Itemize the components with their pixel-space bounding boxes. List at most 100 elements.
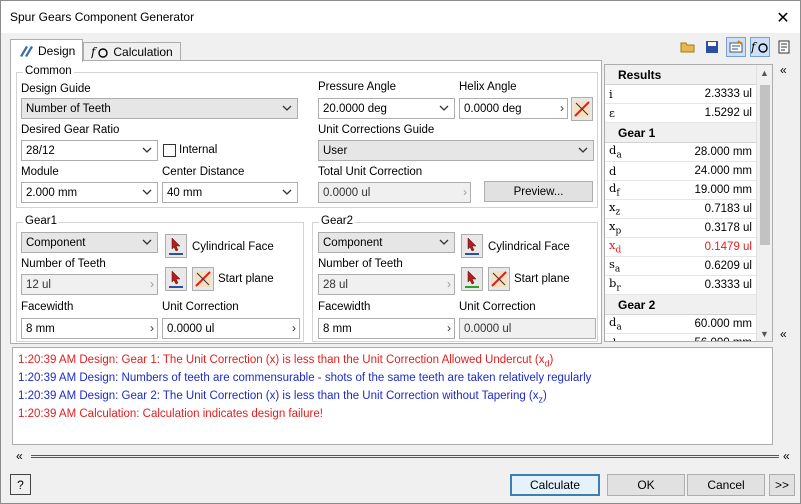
notes-icon[interactable] [774, 37, 794, 57]
result-symbol: sa [609, 257, 621, 275]
chevron-down-icon [141, 144, 153, 156]
chevron-right-icon[interactable]: › [447, 321, 451, 335]
result-value: 2.3333 ul [704, 88, 752, 100]
unit-corrections-guide-select[interactable]: User [318, 140, 594, 161]
gear2-facewidth-field[interactable]: 8 mm › [318, 318, 455, 339]
results-scrollbar[interactable]: ▲ ▼ [756, 65, 772, 341]
result-symbol: br [609, 276, 621, 294]
result-value: 0.1479 ul [704, 241, 752, 253]
chevron-right-icon[interactable]: › [150, 321, 154, 335]
ok-button[interactable]: OK [607, 474, 685, 496]
gear-ratio-value: 28/12 [26, 144, 55, 157]
gear2-select-button[interactable] [461, 267, 483, 291]
scroll-down-icon[interactable]: ▼ [760, 329, 769, 339]
start-plane-icon [491, 271, 507, 287]
result-symbol: da [609, 315, 622, 333]
result-symbol: xd [609, 238, 622, 256]
expand-results-icon[interactable]: « [780, 327, 787, 341]
gear2-start-plane-label: Start plane [514, 273, 570, 285]
chevron-down-icon [577, 144, 589, 156]
gear1-facewidth-field[interactable]: 8 mm › [21, 318, 158, 339]
gear2-type-value: Component [323, 236, 383, 249]
helix-angle-value: 0.0000 deg [464, 102, 522, 115]
module-select[interactable]: 2.000 mm [21, 182, 158, 203]
result-value: 28.000 mm [694, 146, 752, 158]
total-unit-correction-label: Total Unit Correction [318, 166, 423, 178]
design-guide-select[interactable]: Number of Teeth [21, 98, 298, 119]
gear1-start-plane-button[interactable] [192, 267, 214, 291]
pressure-angle-select[interactable]: 20.0000 deg [318, 98, 455, 119]
tab-design[interactable]: Design [10, 39, 84, 62]
chevron-right-icon[interactable]: › [560, 101, 564, 115]
open-folder-icon[interactable] [678, 37, 698, 57]
dialog-window: Spur Gears Component Generator ✕ Design … [0, 0, 801, 504]
gear2-start-plane-button[interactable] [488, 267, 510, 291]
result-symbol: da [609, 143, 622, 161]
gear2-unit-correction-label: Unit Correction [459, 301, 536, 313]
gear1-legend: Gear1 [23, 215, 59, 227]
gear1-unit-correction-field[interactable]: 0.0000 ul › [162, 318, 300, 339]
gear1-facewidth-label: Facewidth [21, 301, 74, 313]
chevron-right-icon[interactable]: › [292, 321, 296, 335]
scroll-up-icon[interactable]: ▲ [760, 68, 769, 78]
message-line: 1:20:39 AM Design: Numbers of teeth are … [18, 372, 592, 384]
gear1-unit-correction-label: Unit Correction [162, 301, 239, 313]
collapse-messages-left-icon[interactable]: « [16, 449, 23, 463]
select-arrow-icon [169, 270, 183, 288]
collapse-results-icon[interactable]: « [780, 63, 787, 77]
internal-checkbox[interactable] [163, 144, 176, 157]
results-summary: i 2.3333 ul ε 1.5292 ul [605, 85, 772, 123]
chevron-right-icon: › [447, 277, 451, 291]
collapse-messages-right-icon[interactable]: « [783, 449, 790, 463]
results-gear1: da 28.000 mm d 24.000 mm df 19.000 mm xz 0.7183… [605, 143, 772, 295]
gear1-cylindrical-face-button[interactable] [165, 234, 187, 258]
more-button[interactable]: >> [769, 474, 795, 496]
chevron-down-icon [281, 186, 293, 198]
help-button[interactable]: ? [10, 474, 31, 495]
cancel-button[interactable]: Cancel [687, 474, 765, 496]
result-value: 0.7183 ul [704, 203, 752, 215]
chevron-right-icon: › [463, 185, 467, 199]
save-icon[interactable] [702, 37, 722, 57]
result-symbol: xp [609, 219, 622, 237]
helix-direction-icon [574, 101, 590, 117]
result-value: 0.6209 ul [704, 260, 752, 272]
gear2-cylindrical-face-button[interactable] [461, 234, 483, 258]
scroll-thumb[interactable] [760, 85, 770, 245]
gear2-unit-correction-value: 0.0000 ul [464, 322, 512, 335]
calculate-button[interactable]: Calculate [510, 474, 600, 496]
center-distance-value: 40 mm [167, 186, 203, 199]
gear-design-icon [20, 46, 33, 57]
gear1-type-select[interactable]: Component [21, 232, 158, 253]
gear2-type-select[interactable]: Component [318, 232, 455, 253]
gear1-select-button[interactable] [165, 267, 187, 291]
tab-calculation-label: Calculation [113, 45, 173, 59]
module-label: Module [21, 166, 59, 178]
tab-calculation[interactable]: f Calculation [83, 42, 181, 61]
title-bar: Spur Gears Component Generator ✕ [1, 1, 800, 33]
result-row: df 19.000 mm [605, 181, 772, 200]
svg-text:f: f [91, 45, 98, 59]
gear1-teeth-value: 12 ul [26, 278, 51, 291]
message-log: 1:20:39 AM Design: Gear 1: The Unit Corr… [12, 347, 773, 445]
function-icon: f [91, 45, 109, 59]
helix-angle-field[interactable]: 0.0000 deg › [459, 98, 568, 119]
module-value: 2.000 mm [26, 186, 78, 199]
gear1-unit-correction-value: 0.0000 ul [167, 322, 215, 335]
close-icon[interactable]: ✕ [774, 8, 792, 28]
result-row: xp 0.3178 ul [605, 219, 772, 238]
result-row: sa 0.6209 ul [605, 257, 772, 276]
chevron-down-icon [438, 102, 450, 114]
helix-direction-button[interactable] [571, 97, 593, 121]
settings-icon[interactable] [726, 37, 746, 57]
results-gear2-title: Gear 2 [605, 295, 772, 315]
message-line: 1:20:39 AM Calculation: Calculation indi… [18, 408, 323, 420]
total-unit-correction-value: 0.0000 ul [323, 186, 371, 199]
gear2-facewidth-value: 8 mm [323, 322, 352, 335]
center-distance-select[interactable]: 40 mm [162, 182, 298, 203]
tab-strip: Design f Calculation [10, 39, 181, 62]
results-panel: Results i 2.3333 ul ε 1.5292 ul Gear 1 da 28… [604, 64, 773, 342]
function-toggle-icon[interactable]: f [750, 37, 770, 57]
gear-ratio-select[interactable]: 28/12 [21, 140, 158, 161]
preview-button[interactable]: Preview... [484, 181, 593, 202]
